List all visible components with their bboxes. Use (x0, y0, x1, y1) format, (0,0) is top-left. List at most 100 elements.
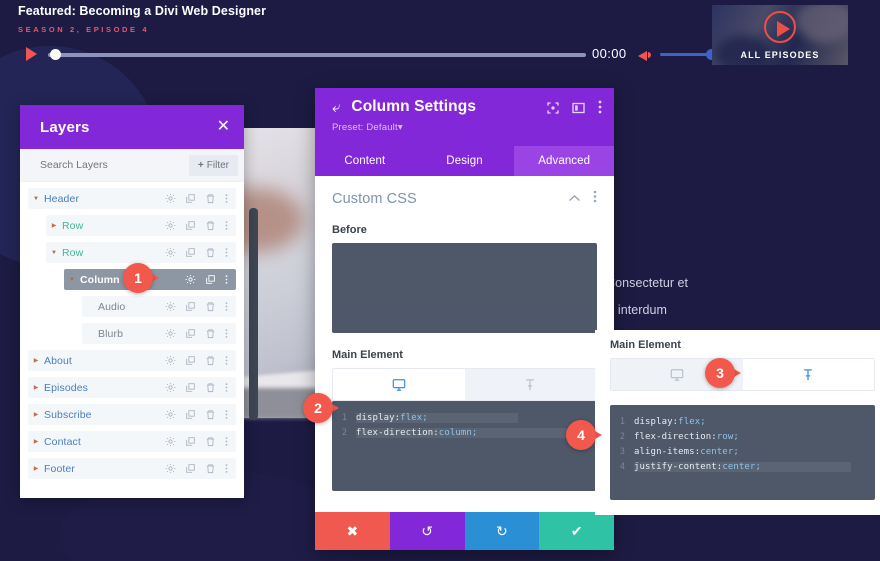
more-vertical-icon[interactable] (593, 190, 597, 208)
audio-player: Featured: Becoming a Divi Web Designer S… (0, 0, 880, 78)
trash-icon[interactable] (205, 463, 216, 474)
gear-icon[interactable] (165, 247, 176, 258)
layer-row-footer[interactable]: ▶ Footer (28, 458, 236, 479)
tab-design[interactable]: Design (415, 146, 515, 176)
gear-icon[interactable] (165, 382, 176, 393)
caret-down-icon[interactable]: ▼ (28, 196, 44, 202)
more-vertical-icon[interactable] (225, 247, 228, 258)
close-icon[interactable]: ✕ (217, 119, 230, 135)
gear-icon[interactable] (165, 193, 176, 204)
caret-right-icon[interactable]: ▶ (46, 222, 62, 229)
gear-icon[interactable] (165, 301, 176, 312)
gear-icon[interactable] (165, 355, 176, 366)
layer-row-row[interactable]: ▼ Row (46, 242, 236, 263)
duplicate-icon[interactable] (205, 274, 216, 285)
more-vertical-icon[interactable] (225, 382, 228, 393)
gear-icon[interactable] (165, 436, 176, 447)
device-tab-desktop[interactable] (333, 369, 465, 400)
player-subtitle: SEASON 2, EPISODE 4 (18, 25, 150, 34)
trash-icon[interactable] (205, 301, 216, 312)
thumbnail-label: ALL EPISODES (740, 50, 820, 60)
page-scrollbar[interactable] (249, 208, 258, 420)
duplicate-icon[interactable] (185, 247, 196, 258)
trash-icon[interactable] (205, 355, 216, 366)
gear-icon[interactable] (185, 274, 196, 285)
layer-row-contact[interactable]: ▶ Contact (28, 431, 236, 452)
callout-2: 2 (303, 393, 339, 423)
trash-icon[interactable] (205, 220, 216, 231)
trash-icon[interactable] (205, 193, 216, 204)
code-line: 1 display:flex; (610, 414, 875, 429)
duplicate-icon[interactable] (185, 436, 196, 447)
duplicate-icon[interactable] (185, 220, 196, 231)
gear-icon[interactable] (165, 409, 176, 420)
more-vertical-icon[interactable] (225, 220, 228, 231)
device-tab-hover[interactable] (464, 369, 596, 400)
duplicate-icon[interactable] (185, 301, 196, 312)
duplicate-icon[interactable] (185, 193, 196, 204)
trash-icon[interactable] (205, 328, 216, 339)
search-input[interactable] (40, 159, 160, 171)
before-code-input[interactable] (332, 243, 597, 333)
chevron-up-icon[interactable] (568, 190, 581, 208)
gear-icon[interactable] (165, 463, 176, 474)
trash-icon[interactable] (205, 436, 216, 447)
more-vertical-icon[interactable] (225, 409, 228, 420)
caret-right-icon[interactable]: ▶ (28, 357, 44, 364)
layer-row-episodes[interactable]: ▶ Episodes (28, 377, 236, 398)
more-vertical-icon[interactable] (225, 274, 228, 285)
split-view-icon[interactable] (572, 101, 585, 119)
gear-icon[interactable] (165, 220, 176, 231)
trash-icon[interactable] (205, 409, 216, 420)
duplicate-icon[interactable] (185, 328, 196, 339)
more-vertical-icon[interactable] (225, 328, 228, 339)
device-tab-hover[interactable] (742, 359, 874, 390)
layer-row-blurb[interactable]: ▶Blurb (82, 323, 236, 344)
code-line-number: 1 (619, 416, 625, 427)
layer-row-row[interactable]: ▶ Row (46, 215, 236, 236)
trash-icon[interactable] (205, 247, 216, 258)
back-arrow-icon[interactable]: ⤶ (332, 100, 340, 115)
caret-down-icon[interactable]: ▼ (46, 250, 62, 256)
main-element-code-input[interactable]: 1 display:flex; 2 flex-direction:column; (332, 401, 597, 491)
fullscreen-icon[interactable] (547, 101, 559, 119)
caret-right-icon[interactable]: ▶ (28, 438, 44, 445)
layer-row-audio[interactable]: ▶Audio (82, 296, 236, 317)
filter-button[interactable]: + Filter (188, 154, 238, 176)
save-button[interactable]: ✔ (539, 512, 614, 550)
more-vertical-icon[interactable] (225, 193, 228, 204)
caret-right-icon[interactable]: ▶ (28, 411, 44, 418)
caret-right-icon[interactable]: ▶ (28, 465, 44, 472)
duplicate-icon[interactable] (185, 355, 196, 366)
custom-css-section-header[interactable]: Custom CSS (332, 190, 597, 208)
more-vertical-icon[interactable] (225, 301, 228, 312)
redo-button[interactable]: ↻ (464, 512, 540, 550)
progress-knob[interactable] (50, 49, 61, 60)
more-vertical-icon[interactable] (225, 463, 228, 474)
duplicate-icon[interactable] (185, 382, 196, 393)
code-line: 2 flex-direction:row; (610, 429, 875, 444)
trash-icon[interactable] (205, 382, 216, 393)
tab-content[interactable]: Content (315, 146, 415, 176)
progress-track[interactable] (48, 53, 586, 57)
layer-row-subscribe[interactable]: ▶ Subscribe (28, 404, 236, 425)
tab-advanced[interactable]: Advanced (514, 146, 614, 176)
gear-icon[interactable] (165, 328, 176, 339)
play-triangle-icon[interactable] (26, 47, 37, 61)
volume-track[interactable] (660, 53, 712, 56)
more-vertical-icon[interactable] (598, 100, 602, 119)
caret-right-icon[interactable]: ▶ (28, 384, 44, 391)
cancel-button[interactable]: ✖ (315, 512, 390, 550)
all-episodes-thumbnail[interactable]: ALL EPISODES (712, 5, 848, 65)
volume-icon[interactable] (638, 48, 652, 62)
preset-selector[interactable]: Preset: Default▾ (332, 122, 600, 133)
undo-button[interactable]: ↺ (389, 512, 465, 550)
layer-row-header[interactable]: ▼ Header (28, 188, 236, 209)
duplicate-icon[interactable] (185, 409, 196, 420)
layer-row-about[interactable]: ▶ About (28, 350, 236, 371)
more-vertical-icon[interactable] (225, 355, 228, 366)
caret-down-icon[interactable]: ▼ (64, 277, 80, 283)
right-main-element-code-input[interactable]: 1 display:flex; 2 flex-direction:row; 3 align… (610, 405, 875, 500)
duplicate-icon[interactable] (185, 463, 196, 474)
more-vertical-icon[interactable] (225, 436, 228, 447)
